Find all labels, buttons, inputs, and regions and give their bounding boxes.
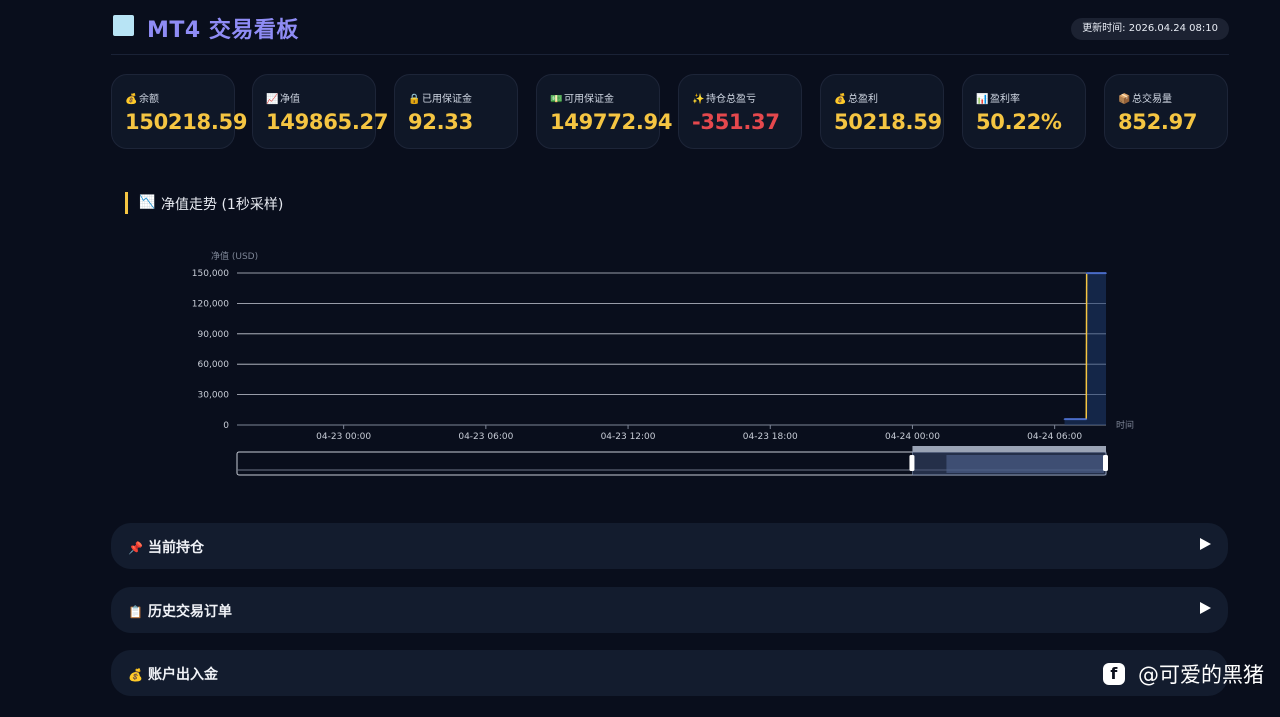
- series-point: [1105, 272, 1107, 274]
- x-tick-label: 04-23 00:00: [316, 432, 371, 442]
- zoom-slider-handle-left[interactable]: [909, 455, 915, 471]
- y-tick-label: 150,000: [192, 269, 229, 279]
- y-tick-label: 30,000: [198, 391, 230, 401]
- panel-title: 📌 当前持仓: [128, 537, 204, 557]
- y-tick-label: 0: [223, 421, 229, 431]
- panel-deposits-withdrawals[interactable]: 💰 账户出入金: [111, 650, 1228, 696]
- panel-current-positions[interactable]: 📌 当前持仓: [111, 523, 1228, 569]
- watermark: f @可爱的黑猪: [1102, 659, 1264, 687]
- panel-title-text: 历史交易订单: [148, 604, 232, 620]
- watermark-text: @可爱的黑猪: [1138, 663, 1264, 687]
- panel-title-text: 账户出入金: [148, 667, 218, 683]
- zoom-slider-move-bar: [912, 446, 1106, 452]
- expand-arrow-icon[interactable]: [1200, 538, 1211, 550]
- x-tick-label: 04-23 12:00: [601, 432, 656, 442]
- series-point: [1063, 418, 1066, 420]
- y-tick-label: 60,000: [198, 360, 230, 370]
- x-tick-label: 04-23 18:00: [743, 432, 798, 442]
- money-bag-icon: 💰: [128, 668, 143, 682]
- zoom-slider-preview: [946, 455, 1104, 473]
- x-tick-label: 04-24 06:00: [1027, 432, 1082, 442]
- watermark-logo-icon: f: [1102, 663, 1125, 685]
- panel-trade-history[interactable]: 📋 历史交易订单: [111, 587, 1228, 633]
- series-area: [1064, 273, 1106, 425]
- pushpin-icon: 📌: [128, 541, 143, 555]
- x-axis-label: 时间: [1116, 419, 1134, 431]
- series-point: [1085, 272, 1088, 274]
- x-tick-label: 04-23 06:00: [458, 432, 513, 442]
- zoom-slider-handle-right[interactable]: [1103, 455, 1108, 471]
- y-tick-label: 90,000: [198, 330, 230, 340]
- series-point: [1085, 418, 1088, 420]
- panel-title: 📋 历史交易订单: [128, 601, 232, 621]
- x-tick-label: 04-24 00:00: [885, 432, 940, 442]
- y-tick-label: 120,000: [192, 299, 229, 309]
- panel-title: 💰 账户出入金: [128, 664, 218, 684]
- y-axis-label: 净值 (USD): [211, 250, 258, 262]
- panel-title-text: 当前持仓: [148, 540, 204, 556]
- expand-arrow-icon[interactable]: [1200, 602, 1211, 614]
- clipboard-icon: 📋: [128, 605, 143, 619]
